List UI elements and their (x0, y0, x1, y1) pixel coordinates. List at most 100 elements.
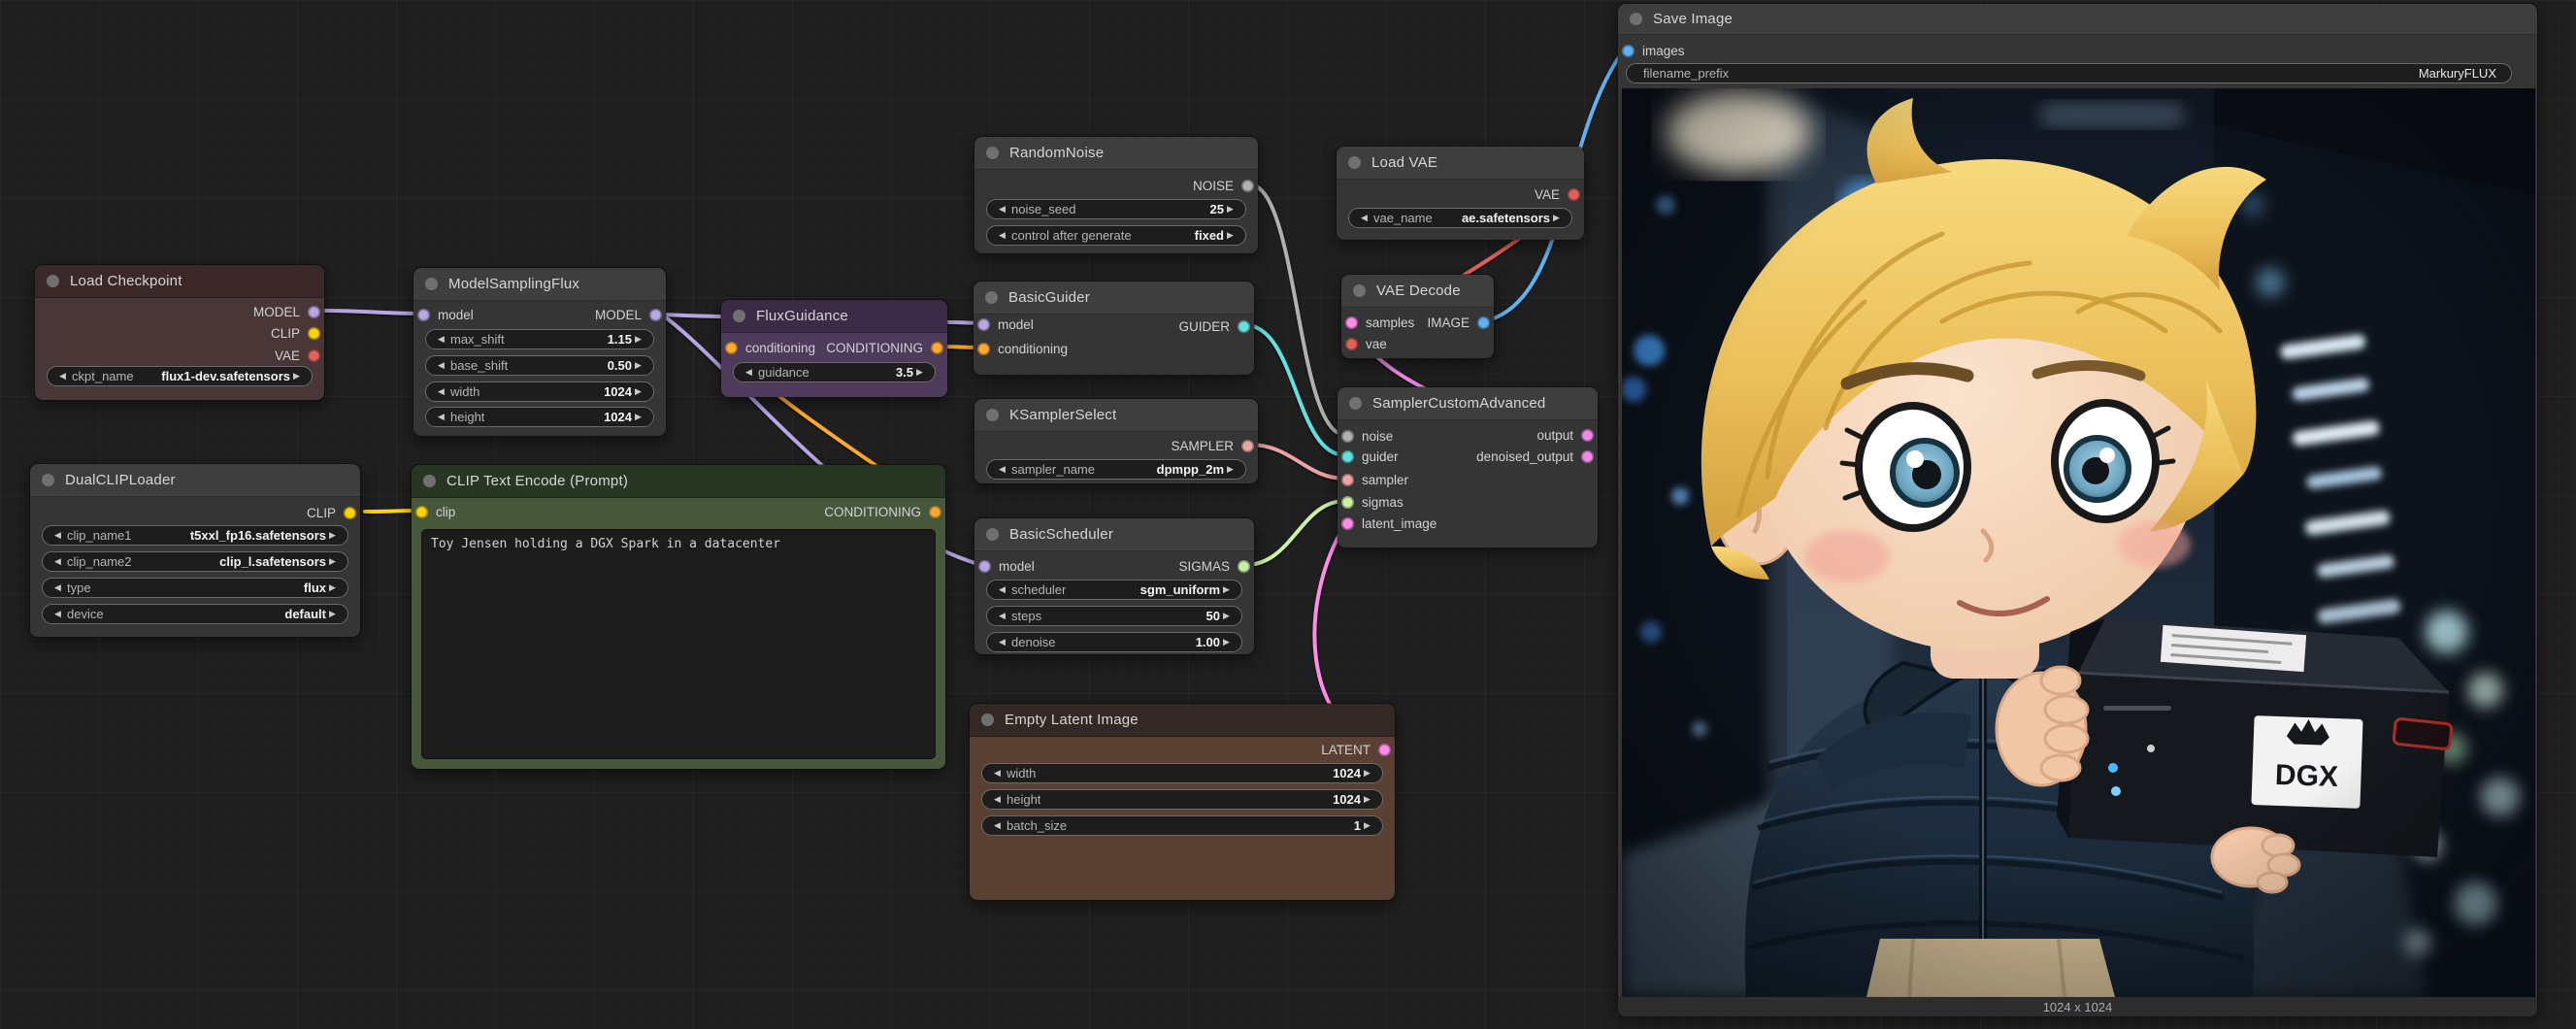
collapse-dot-icon[interactable] (986, 147, 999, 159)
port-dot-noise-icon[interactable] (1341, 430, 1354, 443)
output-latent[interactable]: LATENT (1321, 740, 1391, 759)
port-dot-vae-icon[interactable] (308, 349, 320, 362)
widget-noise-seed[interactable]: ◀noise_seed25▶ (986, 199, 1246, 219)
stepper-right-icon[interactable]: ▶ (326, 609, 339, 619)
output-sigmas[interactable]: SIGMAS (1178, 556, 1250, 576)
node-basic-scheduler[interactable]: BasicScheduler model SIGMAS ◀schedulersg… (974, 517, 1255, 655)
node-header[interactable]: BasicScheduler (974, 518, 1254, 551)
stepper-right-icon[interactable]: ▶ (1220, 637, 1233, 647)
stepper-right-icon[interactable]: ▶ (326, 556, 339, 567)
input-images[interactable]: images (1622, 41, 1685, 60)
stepper-left-icon[interactable]: ◀ (51, 609, 64, 619)
widget-width[interactable]: ◀width1024▶ (425, 382, 654, 402)
stepper-right-icon[interactable]: ▶ (1220, 611, 1233, 621)
port-dot-model-icon[interactable] (308, 306, 320, 318)
output-model[interactable]: MODEL (595, 305, 662, 324)
port-dot-output-icon[interactable] (1581, 429, 1594, 442)
stepper-left-icon[interactable]: ◀ (991, 768, 1004, 779)
node-empty-latent-image[interactable]: Empty Latent Image LATENT ◀width1024▶ ◀h… (969, 703, 1396, 901)
widget-max-shift[interactable]: ◀max_shift1.15▶ (425, 329, 654, 349)
stepper-right-icon[interactable]: ▶ (1361, 820, 1373, 831)
input-model[interactable]: model (978, 556, 1035, 576)
port-dot-noise-icon[interactable] (1241, 180, 1254, 192)
port-dot-conditioning-icon[interactable] (929, 506, 941, 518)
stepper-left-icon[interactable]: ◀ (435, 412, 447, 422)
collapse-dot-icon[interactable] (1348, 156, 1361, 169)
widget-base-shift[interactable]: ◀base_shift0.50▶ (425, 355, 654, 376)
widget-type[interactable]: ◀typeflux▶ (42, 578, 348, 598)
widget-width[interactable]: ◀width1024▶ (981, 763, 1383, 783)
stepper-right-icon[interactable]: ▶ (1220, 584, 1233, 595)
input-conditioning[interactable]: conditioning (977, 339, 1068, 358)
input-conditioning[interactable]: conditioning (725, 338, 815, 357)
output-clip[interactable]: CLIP (271, 323, 320, 343)
widget-vae-name[interactable]: ◀vae_nameae.safetensors▶ (1348, 208, 1572, 228)
port-dot-vae-icon[interactable] (1345, 338, 1358, 350)
stepper-left-icon[interactable]: ◀ (51, 530, 64, 541)
widget-denoise[interactable]: ◀denoise1.00▶ (986, 632, 1242, 652)
output-vae[interactable]: VAE (1535, 184, 1580, 204)
node-header[interactable]: ModelSamplingFlux (413, 268, 666, 301)
node-header[interactable]: BasicGuider (974, 282, 1254, 315)
port-dot-model-icon[interactable] (978, 560, 991, 573)
stepper-right-icon[interactable]: ▶ (1224, 204, 1237, 215)
port-dot-conditioning-icon[interactable] (977, 343, 990, 355)
collapse-dot-icon[interactable] (1630, 13, 1642, 25)
output-output[interactable]: output (1536, 425, 1594, 445)
node-load-vae[interactable]: Load VAE VAE ◀vae_nameae.safetensors▶ (1336, 146, 1585, 241)
stepper-left-icon[interactable]: ◀ (51, 582, 64, 593)
output-noise[interactable]: NOISE (1193, 176, 1254, 195)
stepper-left-icon[interactable]: ◀ (435, 334, 447, 345)
node-header[interactable]: VAE Decode (1341, 275, 1494, 308)
stepper-left-icon[interactable]: ◀ (991, 820, 1004, 831)
input-guider[interactable]: guider (1341, 447, 1399, 466)
widget-clip-name2[interactable]: ◀clip_name2clip_l.safetensors▶ (42, 551, 348, 572)
stepper-left-icon[interactable]: ◀ (56, 371, 69, 382)
port-dot-denoised-output-icon[interactable] (1581, 450, 1594, 463)
collapse-dot-icon[interactable] (47, 275, 59, 287)
output-guider[interactable]: GUIDER (1178, 316, 1250, 336)
input-samples[interactable]: samples (1345, 313, 1414, 332)
stepper-right-icon[interactable]: ▶ (632, 386, 644, 397)
stepper-left-icon[interactable]: ◀ (996, 584, 1008, 595)
port-dot-samples-icon[interactable] (1345, 316, 1358, 329)
collapse-dot-icon[interactable] (986, 528, 999, 541)
input-latent-image[interactable]: latent_image (1341, 514, 1437, 533)
node-header[interactable]: KSamplerSelect (974, 399, 1258, 432)
port-dot-clip-icon[interactable] (415, 506, 428, 518)
stepper-left-icon[interactable]: ◀ (991, 794, 1004, 805)
stepper-left-icon[interactable]: ◀ (435, 386, 447, 397)
node-load-checkpoint[interactable]: Load Checkpoint MODEL CLIP VAE ◀ ckpt_na… (34, 264, 325, 401)
stepper-left-icon[interactable]: ◀ (51, 556, 64, 567)
collapse-dot-icon[interactable] (1353, 284, 1366, 297)
node-header[interactable]: RandomNoise (974, 137, 1258, 170)
node-ksampler-select[interactable]: KSamplerSelect SAMPLER ◀sampler_namedpmp… (974, 398, 1259, 484)
node-header[interactable]: DualCLIPLoader (30, 464, 360, 497)
port-dot-clip-icon[interactable] (344, 507, 356, 519)
collapse-dot-icon[interactable] (981, 714, 994, 726)
port-dot-conditioning-icon[interactable] (725, 342, 738, 354)
stepper-left-icon[interactable]: ◀ (996, 637, 1008, 647)
output-sampler[interactable]: SAMPLER (1171, 436, 1254, 455)
output-vae[interactable]: VAE (275, 346, 320, 365)
collapse-dot-icon[interactable] (42, 474, 54, 486)
stepper-left-icon[interactable]: ◀ (996, 204, 1008, 215)
widget-filename-prefix[interactable]: filename_prefix MarkuryFLUX (1626, 63, 2512, 83)
port-dot-conditioning-icon[interactable] (931, 342, 943, 354)
node-sampler-custom-advanced[interactable]: SamplerCustomAdvanced noise guider sampl… (1337, 386, 1599, 548)
stepper-right-icon[interactable]: ▶ (1224, 464, 1237, 475)
collapse-dot-icon[interactable] (985, 291, 998, 304)
stepper-left-icon[interactable]: ◀ (996, 611, 1008, 621)
node-header[interactable]: Empty Latent Image (970, 704, 1395, 737)
port-dot-latent-icon[interactable] (1341, 517, 1354, 530)
node-graph-canvas[interactable]: Load Checkpoint MODEL CLIP VAE ◀ ckpt_na… (0, 0, 2576, 1029)
port-dot-sampler-icon[interactable] (1341, 474, 1354, 486)
input-noise[interactable]: noise (1341, 426, 1393, 446)
node-flux-guidance[interactable]: FluxGuidance conditioning CONDITIONING ◀… (720, 299, 948, 398)
widget-batch-size[interactable]: ◀batch_size1▶ (981, 815, 1383, 836)
input-clip[interactable]: clip (415, 502, 455, 521)
port-dot-image-icon[interactable] (1477, 316, 1490, 329)
port-dot-image-icon[interactable] (1622, 45, 1635, 57)
stepper-left-icon[interactable]: ◀ (1358, 213, 1371, 223)
widget-control-after-generate[interactable]: ◀control after generatefixed▶ (986, 225, 1246, 246)
